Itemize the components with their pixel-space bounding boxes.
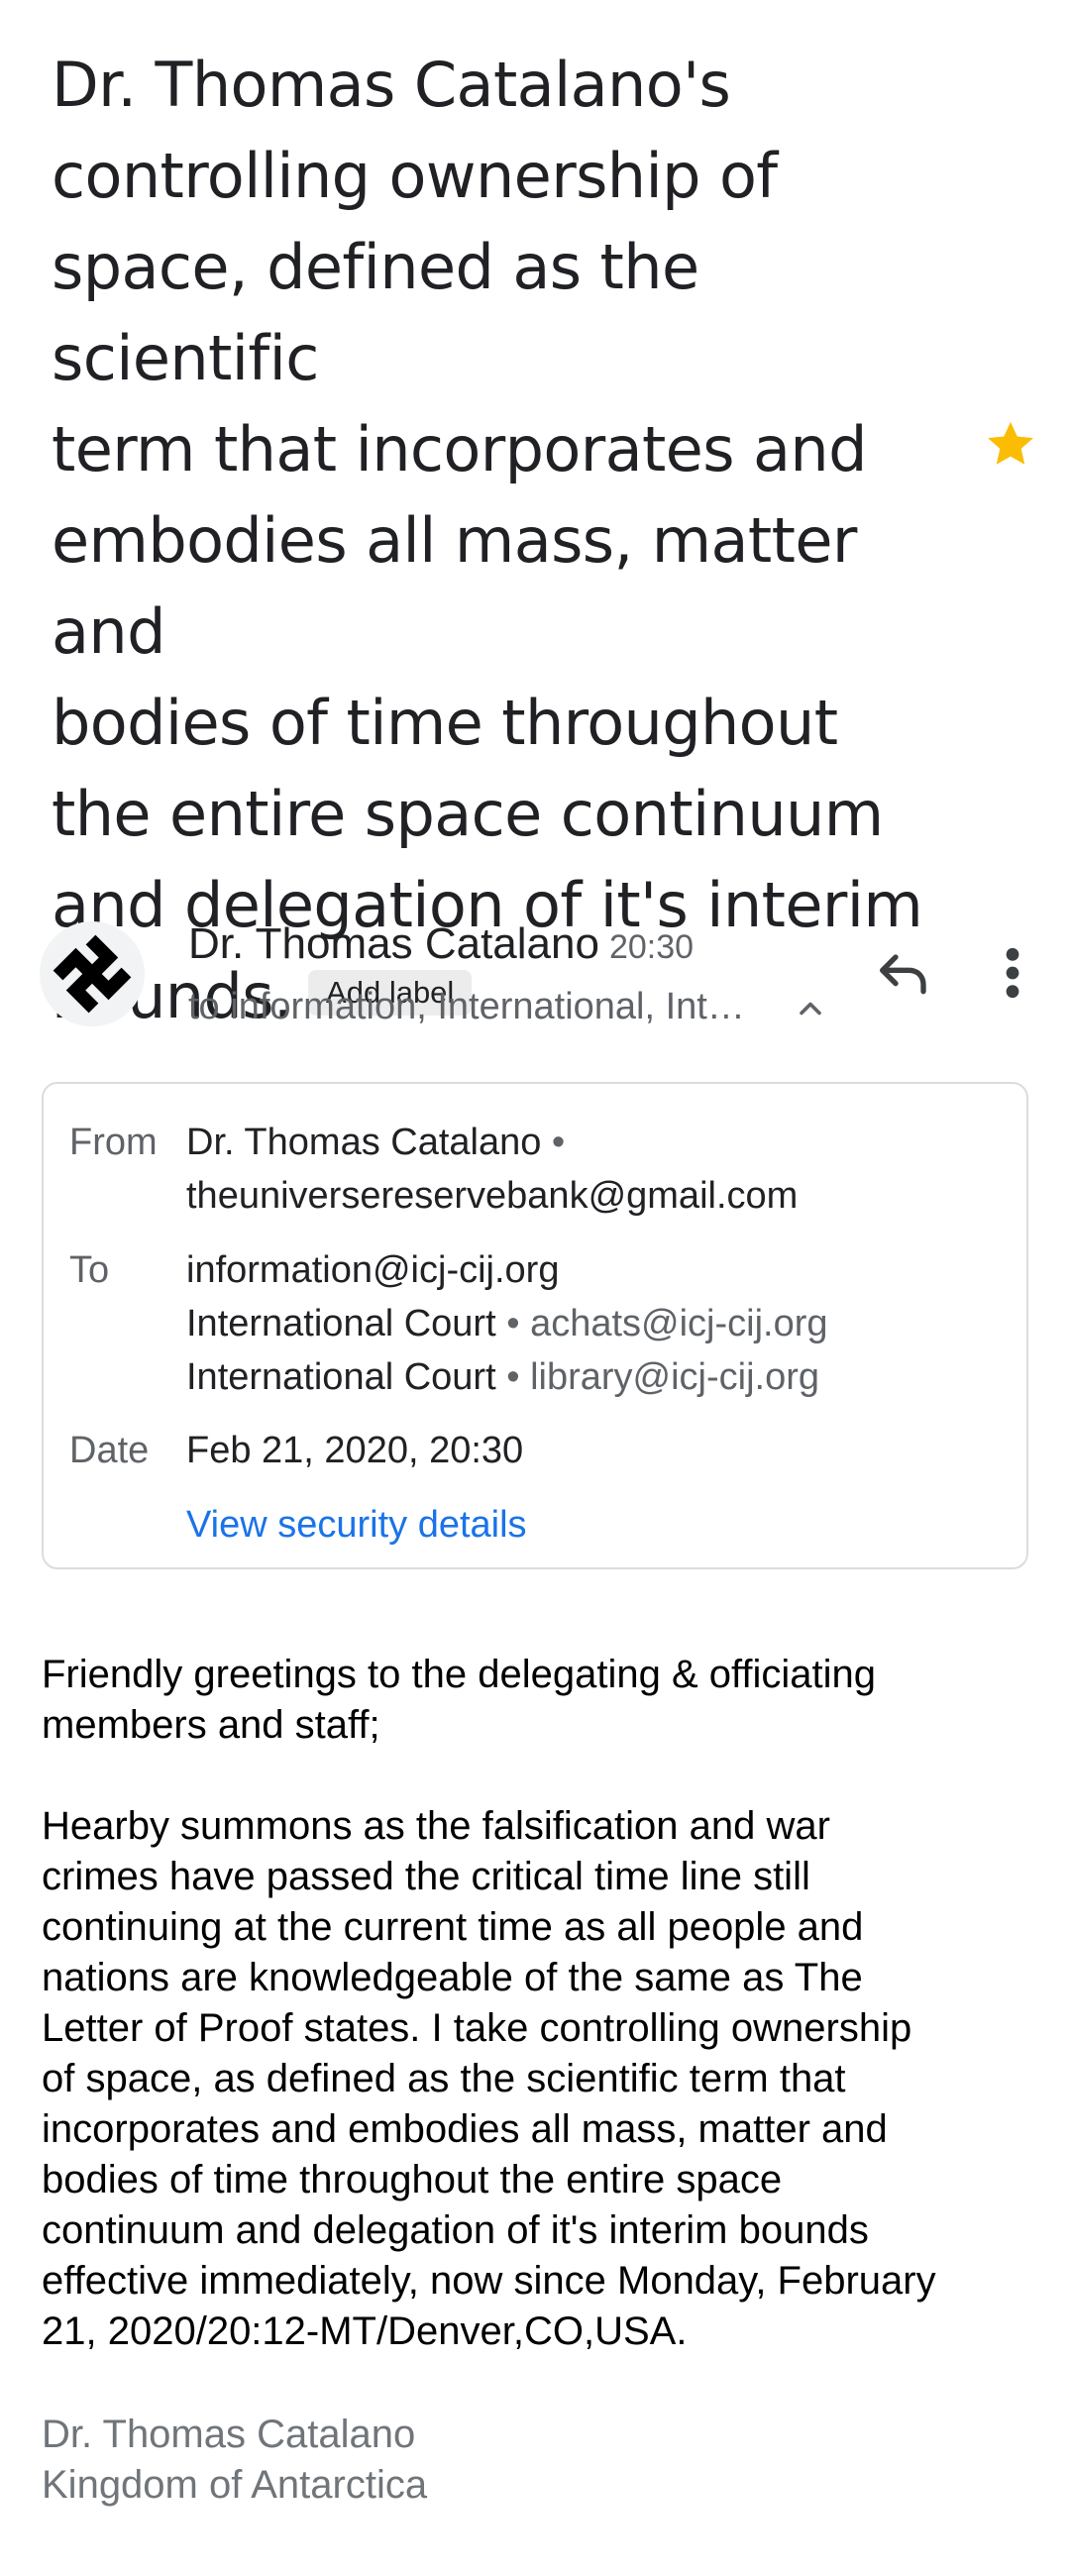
chevron-up-icon[interactable] (793, 991, 828, 1026)
avatar-symbol-icon (53, 934, 132, 1014)
star-icon[interactable] (983, 416, 1038, 472)
date-label: Date (69, 1430, 150, 1471)
email-subject: Dr. Thomas Catalano's controlling owners… (52, 40, 953, 1042)
recipient-2-email: achats@icj-cij.org (530, 1303, 828, 1344)
date-value: Feb 21, 2020, 20:30 (186, 1430, 524, 1471)
message-signature: Dr. Thomas Catalano Kingdom of Antarctic… (42, 2413, 428, 2507)
from-email[interactable]: theuniversereservebank@gmail.com (186, 1169, 798, 1223)
recipient-3-email: library@icj-cij.org (530, 1356, 820, 1398)
view-security-details-link[interactable]: View security details (186, 1498, 527, 1552)
recipient-2-name: International Court (186, 1303, 496, 1344)
recipient-3-name: International Court (186, 1356, 496, 1398)
to-email-1[interactable]: information@icj-cij.org (186, 1243, 559, 1297)
subject-text: Dr. Thomas Catalano's controlling owners… (52, 49, 923, 1032)
from-name-text: Dr. Thomas Catalano (186, 1122, 542, 1163)
message-body: Friendly greetings to the delegating & o… (42, 1653, 936, 2353)
recipient-3[interactable]: International Court • library@icj-cij.or… (186, 1350, 819, 1404)
from-name: Dr. Thomas Catalano • (186, 1122, 566, 1163)
to-label: To (69, 1249, 110, 1291)
more-vert-icon[interactable] (991, 941, 1034, 1005)
reply-icon[interactable] (872, 941, 935, 1005)
message-time: 20:30 (608, 928, 695, 966)
recipient-2[interactable]: International Court • achats@icj-cij.org (186, 1297, 828, 1350)
recipients-summary[interactable]: to information, International, Int… (188, 981, 745, 1032)
message-details-card: From Dr. Thomas Catalano • theuniversere… (42, 1082, 1028, 1569)
sender-name: Dr. Thomas Catalano (188, 919, 599, 968)
sender-avatar[interactable] (40, 921, 145, 1026)
from-label: From (69, 1122, 158, 1163)
sender-line: Dr. Thomas Catalano 20:30 (188, 916, 694, 975)
